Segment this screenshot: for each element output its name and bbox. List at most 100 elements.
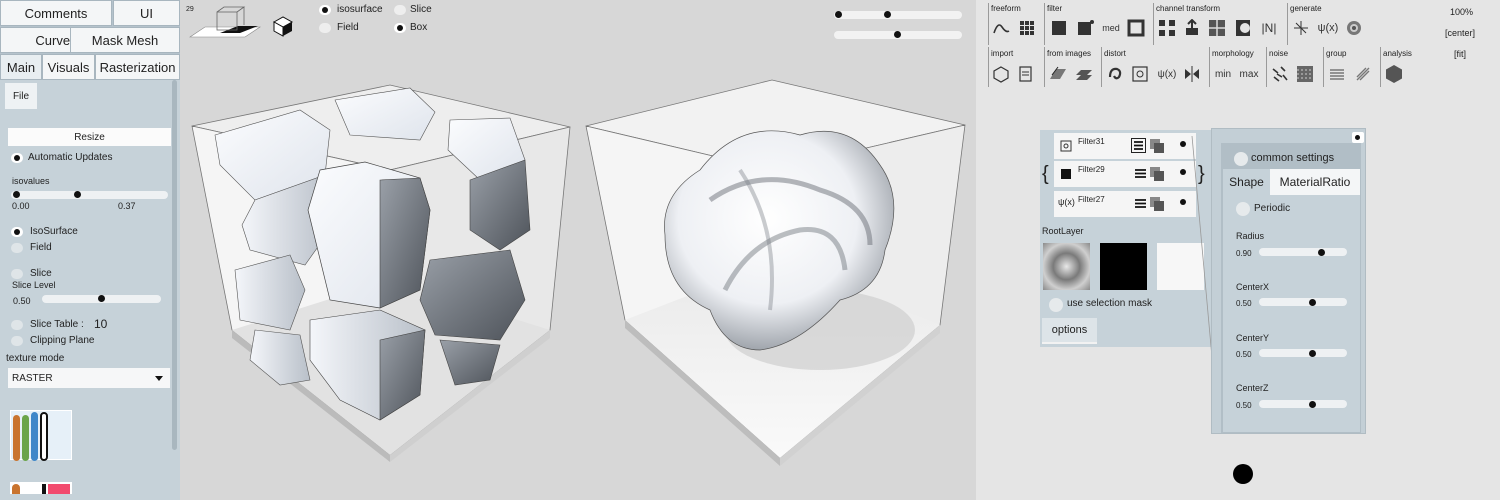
color-swatch-bar[interactable] [10,482,72,494]
file-button[interactable]: File [5,83,37,109]
noise-icon[interactable] [1270,64,1290,84]
box-option-radio[interactable] [394,23,406,33]
texture-mode-select[interactable]: RASTER [8,368,170,388]
grid-icon[interactable] [1017,18,1037,38]
slice-level-knob[interactable] [98,295,105,302]
blend-icon[interactable] [1149,138,1165,157]
split-icon[interactable] [1157,18,1177,38]
3d-viewport[interactable]: 29 isosurface Slice Field Box [180,0,976,500]
view-slider-1-min-knob[interactable] [835,11,842,18]
isosurface-option-radio[interactable] [319,5,331,15]
swirl-icon[interactable] [1105,64,1125,84]
use-selection-mask-checkbox[interactable] [1049,298,1063,312]
dots-square-icon[interactable] [1076,18,1096,38]
scene-canvas[interactable]: 29 [180,0,976,500]
median-icon[interactable]: med [1101,18,1121,38]
tab-main[interactable]: Main [0,54,42,80]
fit-view-button[interactable]: [fit] [1454,49,1466,59]
blend-icon[interactable] [1149,196,1165,215]
max-icon[interactable]: max [1239,64,1259,84]
tab-shape[interactable]: Shape [1223,169,1270,195]
radius-knob[interactable] [1318,249,1325,256]
toolbar-group-from-images: from images [1047,49,1092,58]
ungroup-icon[interactable] [1353,64,1373,84]
ui-button[interactable]: UI [113,0,180,26]
blend-icon[interactable] [1149,166,1165,185]
centery-knob[interactable] [1309,350,1316,357]
visibility-dot[interactable] [1180,141,1186,147]
images-icon[interactable] [1048,64,1068,84]
square-icon[interactable] [1049,18,1069,38]
slice-option-radio[interactable] [394,5,406,15]
group-icon[interactable] [1327,64,1347,84]
abs-icon[interactable]: |N| [1259,18,1279,38]
curve-icon[interactable] [991,18,1011,38]
menu-icon[interactable] [1134,167,1147,183]
layer-thumbnail-pattern[interactable] [1043,243,1090,290]
field-radio[interactable] [11,243,23,253]
stack-icon[interactable] [1074,64,1094,84]
clipping-plane-radio[interactable] [11,336,23,346]
tab-material-ratio[interactable]: MaterialRatio [1270,169,1360,195]
pattern-icon[interactable] [1207,18,1227,38]
noise2-icon[interactable] [1295,64,1315,84]
options-button[interactable]: options [1042,318,1097,344]
close-button[interactable] [1352,132,1364,143]
contrast-icon[interactable] [1233,18,1253,38]
menu-icon[interactable] [1134,197,1147,213]
warp-icon[interactable] [1130,64,1150,84]
centerx-knob[interactable] [1309,299,1316,306]
psi-icon[interactable]: ψ(x) [1316,18,1340,38]
isovalues-slider[interactable] [11,191,168,199]
upload-icon[interactable] [1182,18,1202,38]
psi-func-icon[interactable]: ψ(x) [1155,64,1179,84]
common-settings-checkbox[interactable] [1234,152,1248,166]
slice-table-value[interactable]: 10 [94,317,107,331]
import-doc-icon[interactable] [1016,64,1036,84]
centery-value: 0.50 [1236,350,1252,359]
filter-name: Filter29 [1078,165,1105,174]
filter-row-29[interactable]: Filter29 [1054,161,1196,187]
isovalue-min-knob[interactable] [13,191,20,198]
resize-button[interactable]: Resize [8,128,171,146]
tab-rasterization[interactable]: Rasterization [95,54,180,80]
visibility-dot[interactable] [1180,199,1186,205]
tab-visuals[interactable]: Visuals [42,54,95,80]
isosurface-radio[interactable] [11,227,23,237]
cube-toggle-icon[interactable] [272,16,294,37]
mirror-icon[interactable] [1182,64,1202,84]
import-mesh-icon[interactable] [991,64,1011,84]
automatic-updates-radio[interactable] [11,153,23,163]
centerz-slider[interactable] [1259,400,1347,408]
filter-row-27[interactable]: ψ(x) Filter27 [1054,191,1196,217]
centerz-knob[interactable] [1309,401,1316,408]
field-option-radio[interactable] [319,23,331,33]
centerx-slider[interactable] [1259,298,1347,306]
view-slider-2-knob[interactable] [894,31,901,38]
centery-slider[interactable] [1259,349,1347,357]
frame-icon[interactable] [1126,18,1146,38]
view-slider-1[interactable] [834,11,962,19]
filter-name: Filter31 [1078,137,1105,146]
sparkle-icon[interactable] [1291,18,1311,38]
view-slider-1-knob[interactable] [884,11,891,18]
spiral-icon[interactable] [1344,18,1364,38]
view-cube-icon[interactable]: 29 [186,6,261,38]
mask-mesh-button[interactable]: Mask Mesh [70,27,180,53]
scrollbar[interactable] [172,80,177,450]
periodic-checkbox[interactable] [1236,202,1250,216]
isovalue-max-knob[interactable] [74,191,81,198]
slice-radio[interactable] [11,269,23,279]
layer-thumbnail-black[interactable] [1100,243,1147,290]
visibility-dot[interactable] [1180,169,1186,175]
comments-button[interactable]: Comments [0,0,112,26]
slice-table-radio[interactable] [11,320,23,330]
lattice-scene [191,84,571,462]
radius-slider[interactable] [1259,248,1347,256]
filter-row-31[interactable]: Filter31 [1054,133,1196,159]
menu-icon[interactable] [1131,138,1146,153]
min-icon[interactable]: min [1213,64,1233,84]
colormap-preview[interactable] [10,410,72,461]
hexagon-icon[interactable] [1384,64,1404,84]
center-view-button[interactable]: [center] [1445,28,1475,38]
